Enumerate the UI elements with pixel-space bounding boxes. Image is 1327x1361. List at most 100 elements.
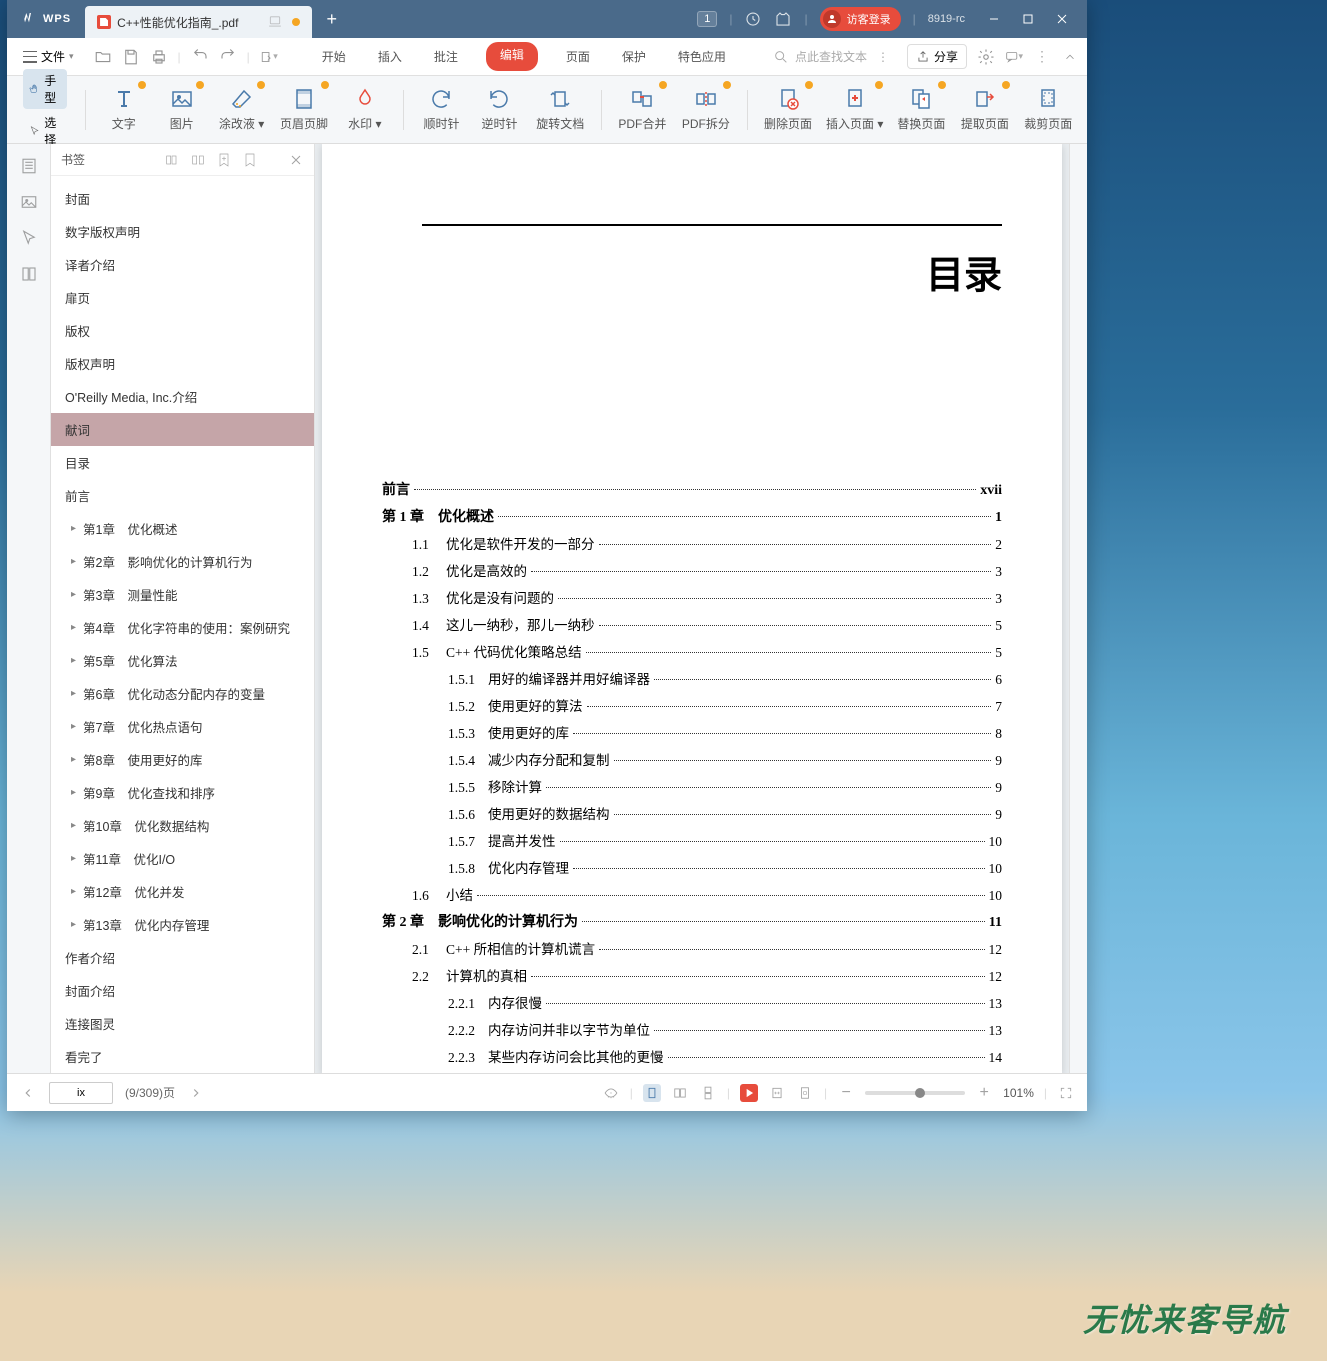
new-tab-button[interactable]: + <box>312 9 351 30</box>
menu-tab-6[interactable]: 特色应用 <box>674 42 730 71</box>
collapse-all-icon[interactable] <box>190 152 206 168</box>
next-page-button[interactable] <box>187 1084 205 1102</box>
eye-protect-icon[interactable] <box>602 1084 620 1102</box>
text-button[interactable]: 文字 <box>104 83 144 136</box>
zoom-out-button[interactable]: − <box>837 1084 855 1102</box>
bookmark-item[interactable]: 译者介绍 <box>51 248 314 281</box>
save-icon[interactable] <box>122 48 140 66</box>
redo-icon[interactable] <box>219 48 237 66</box>
cloud-sync-icon[interactable] <box>744 10 762 28</box>
menu-tab-0[interactable]: 开始 <box>318 42 350 71</box>
maximize-button[interactable] <box>1011 5 1045 33</box>
open-folder-icon[interactable] <box>94 48 112 66</box>
menu-tab-4[interactable]: 页面 <box>562 42 594 71</box>
file-menu[interactable]: 文件 ▾ <box>15 44 82 69</box>
bookmark-item[interactable]: 数字版权声明 <box>51 215 314 248</box>
bookmark-item[interactable]: ▸第4章 优化字符串的使用：案例研究 <box>51 611 314 644</box>
fullscreen-icon[interactable] <box>1057 1084 1075 1102</box>
rotate-doc-button[interactable]: 旋转文档 <box>537 83 582 136</box>
document-area[interactable]: 目录 前言xvii第 1 章 优化概述11.1优化是软件开发的一部分21.2优化… <box>315 144 1069 1073</box>
wps-logo[interactable]: WPS <box>7 11 85 27</box>
fit-page-icon[interactable] <box>796 1084 814 1102</box>
collapse-ribbon-icon[interactable] <box>1061 48 1079 66</box>
gallery-view-icon[interactable] <box>19 192 39 212</box>
crop-page-button[interactable]: 裁剪页面 <box>1026 83 1071 136</box>
menu-tab-3[interactable]: 编辑 <box>486 42 538 71</box>
zoom-in-button[interactable]: + <box>975 1084 993 1102</box>
bookmark-item[interactable]: ▸第9章 优化查找和排序 <box>51 776 314 809</box>
print-icon[interactable] <box>150 48 168 66</box>
expand-all-icon[interactable] <box>164 152 180 168</box>
prev-page-button[interactable] <box>19 1084 37 1102</box>
undo-icon[interactable] <box>191 48 209 66</box>
share-button[interactable]: 分享 <box>907 44 967 69</box>
minimize-button[interactable] <box>977 5 1011 33</box>
pdf-merge-button[interactable]: PDF合并 <box>620 83 665 136</box>
delete-page-button[interactable]: 删除页面 <box>765 83 810 136</box>
bookmark-item[interactable]: ▸第10章 优化数据结构 <box>51 809 314 842</box>
header-footer-button[interactable]: 页眉页脚 <box>281 83 326 136</box>
single-page-view-icon[interactable] <box>643 1084 661 1102</box>
bookmark-item[interactable]: 封面 <box>51 182 314 215</box>
bookmark-item[interactable]: ▸第11章 优化I/O <box>51 842 314 875</box>
bookmark-item[interactable]: ▸第1章 优化概述 <box>51 512 314 545</box>
bookmark-item[interactable]: ▸第13章 优化内存管理 <box>51 908 314 941</box>
settings-icon[interactable] <box>977 48 995 66</box>
notification-badge[interactable]: 1 <box>697 11 717 27</box>
add-bookmark-icon[interactable] <box>216 152 232 168</box>
replace-page-button[interactable]: 替换页面 <box>899 83 944 136</box>
bookmark-item[interactable]: ▸第12章 优化并发 <box>51 875 314 908</box>
bookmark-item[interactable]: 目录 <box>51 446 314 479</box>
zoom-thumb[interactable] <box>915 1088 925 1098</box>
bookmark-item[interactable]: 版权声明 <box>51 347 314 380</box>
bookmark-item[interactable]: ▸第3章 测量性能 <box>51 578 314 611</box>
zoom-slider[interactable] <box>865 1091 965 1095</box>
close-button[interactable] <box>1045 5 1079 33</box>
fit-width-icon[interactable] <box>768 1084 786 1102</box>
bookmark-item[interactable]: ▸第2章 影响优化的计算机行为 <box>51 545 314 578</box>
thumbnail-view-icon[interactable] <box>19 156 39 176</box>
document-tab[interactable]: C++性能优化指南_.pdf <box>85 6 312 38</box>
bookmark-item[interactable]: 扉页 <box>51 281 314 314</box>
search-box[interactable]: 点此查找文本 ⋮ <box>765 44 897 69</box>
bookmark-item[interactable]: ▸第8章 使用更好的库 <box>51 743 314 776</box>
hand-tool-button[interactable]: 手型 <box>23 69 67 109</box>
menu-tab-2[interactable]: 批注 <box>430 42 462 71</box>
feedback-icon[interactable]: ▾ <box>1005 48 1023 66</box>
bookmark-item[interactable]: 封面介绍 <box>51 974 314 1007</box>
insert-page-button[interactable]: 插入页面 ▾ <box>829 83 881 136</box>
rotate-ccw-button[interactable]: 逆时针 <box>479 83 519 136</box>
continuous-view-icon[interactable] <box>699 1084 717 1102</box>
bookmark-item[interactable]: ▸第7章 优化热点语句 <box>51 710 314 743</box>
bookmark-item[interactable]: 献词 <box>51 413 314 446</box>
image-button[interactable]: 图片 <box>162 83 202 136</box>
extract-page-button[interactable]: 提取页面 <box>962 83 1007 136</box>
page-number-input[interactable] <box>49 1082 113 1104</box>
bookmark-rail-icon[interactable] <box>19 264 39 284</box>
bookmark-item[interactable]: ▸第5章 优化算法 <box>51 644 314 677</box>
more-icon[interactable]: ⋮ <box>1033 48 1051 66</box>
status-divider-2: | <box>727 1086 730 1100</box>
close-panel-icon[interactable] <box>288 152 304 168</box>
toc-page-number: 3 <box>995 564 1002 580</box>
bookmark-item[interactable]: O'Reilly Media, Inc.介绍 <box>51 380 314 413</box>
bookmark-item[interactable]: 看完了 <box>51 1040 314 1073</box>
login-button[interactable]: 访客登录 <box>820 7 901 31</box>
bookmark-item[interactable]: 版权 <box>51 314 314 347</box>
bookmark-item[interactable]: 作者介绍 <box>51 941 314 974</box>
play-button[interactable] <box>740 1084 758 1102</box>
skin-icon[interactable] <box>774 10 792 28</box>
bookmark-item[interactable]: ▸第6章 优化动态分配内存的变量 <box>51 677 314 710</box>
watermark-button[interactable]: 水印 ▾ <box>345 83 385 136</box>
rotate-cw-button[interactable]: 顺时针 <box>421 83 461 136</box>
menu-tab-1[interactable]: 插入 <box>374 42 406 71</box>
export-icon[interactable]: ▾ <box>260 48 278 66</box>
bookmark-item[interactable]: 前言 <box>51 479 314 512</box>
eraser-button[interactable]: 涂改液 ▾ <box>220 83 264 136</box>
bookmark-item[interactable]: 连接图灵 <box>51 1007 314 1040</box>
menu-tab-5[interactable]: 保护 <box>618 42 650 71</box>
two-page-view-icon[interactable] <box>671 1084 689 1102</box>
bookmark-flag-icon[interactable] <box>242 152 258 168</box>
pdf-split-button[interactable]: PDF拆分 <box>683 83 728 136</box>
annotation-icon[interactable] <box>19 228 39 248</box>
